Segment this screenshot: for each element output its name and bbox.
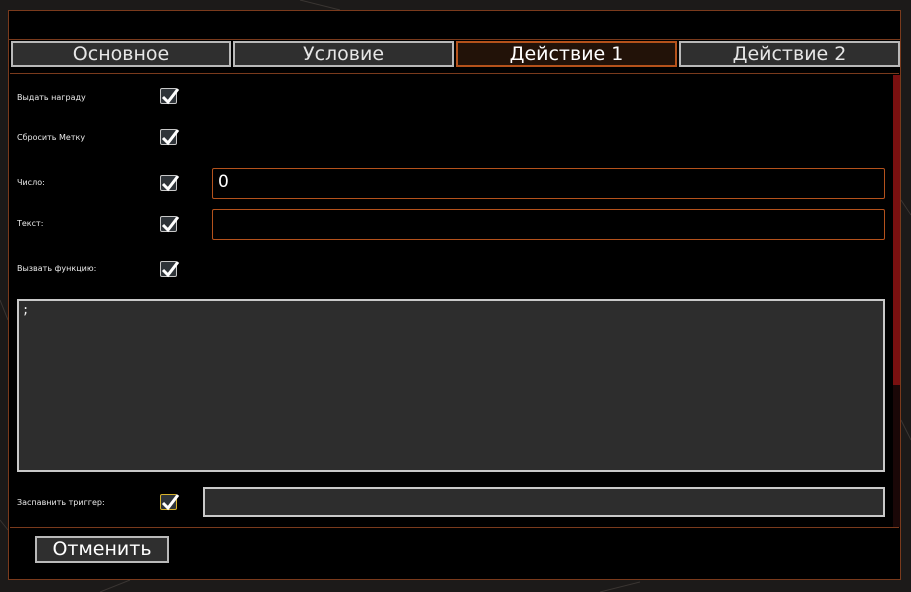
tab-main[interactable]: Основное — [11, 41, 231, 67]
give-reward-label: Выдать награду — [17, 93, 86, 102]
text-input[interactable] — [212, 209, 885, 240]
tab-action-1[interactable]: Действие 1 — [456, 41, 677, 67]
number-checkbox[interactable] — [160, 175, 180, 192]
tab-action-2[interactable]: Действие 2 — [679, 41, 900, 67]
content-scrollbar[interactable] — [893, 75, 900, 527]
number-label: Число: — [17, 178, 45, 187]
give-reward-checkbox[interactable] — [160, 88, 180, 105]
reset-mark-checkbox[interactable] — [160, 129, 180, 146]
checkmark-icon — [161, 216, 180, 233]
spawn-trigger-checkbox[interactable] — [160, 494, 180, 511]
spawn-trigger-input[interactable] — [203, 487, 885, 517]
text-label: Текст: — [17, 219, 44, 228]
checkmark-icon — [161, 175, 180, 192]
function-code-textarea[interactable]: ; — [17, 299, 885, 472]
tab-condition[interactable]: Условие — [233, 41, 454, 67]
title-bar — [8, 10, 901, 40]
checkmark-icon — [161, 129, 180, 146]
text-checkbox[interactable] — [160, 216, 180, 233]
number-input[interactable]: 0 — [212, 168, 885, 199]
scrollbar-thumb[interactable] — [893, 75, 900, 385]
cancel-button[interactable]: Отменить — [35, 536, 169, 563]
reset-mark-label: Сбросить Метку — [17, 133, 86, 142]
tab-bar: Основное Условие Действие 1 Действие 2 — [11, 41, 900, 67]
spawn-trigger-label: Заспавнить триггер: — [17, 498, 105, 507]
checkmark-icon — [161, 494, 180, 511]
checkmark-icon — [161, 261, 180, 278]
call-function-label: Вызвать функцию: — [17, 264, 97, 273]
checkmark-icon — [161, 88, 180, 105]
call-function-checkbox[interactable] — [160, 261, 180, 278]
